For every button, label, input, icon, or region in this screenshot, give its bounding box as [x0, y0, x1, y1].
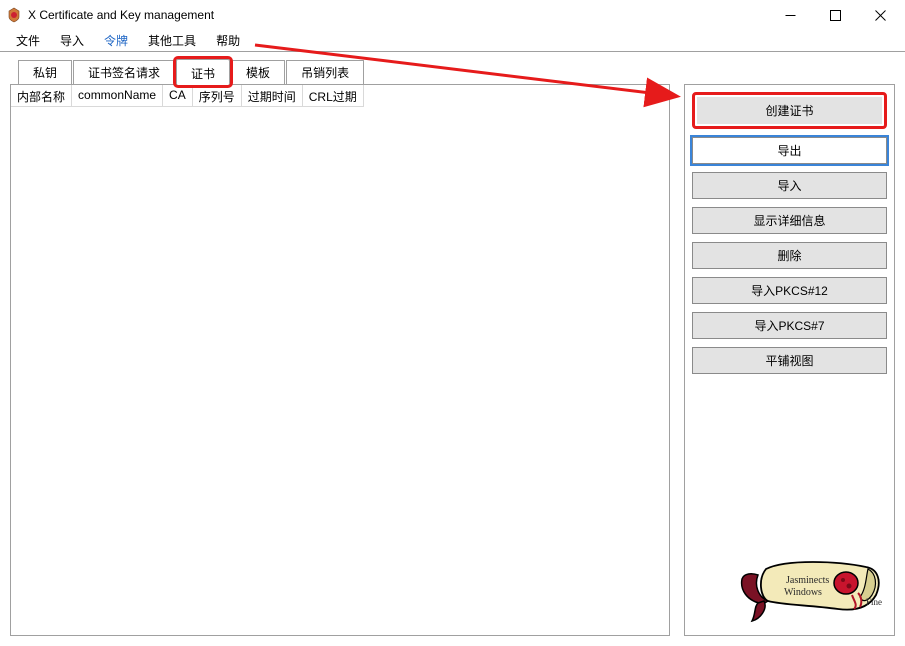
col-expiry[interactable]: 过期时间	[242, 85, 303, 107]
panels: 内部名称 commonName CA 序列号 过期时间 CRL过期 创建证书 导…	[10, 84, 895, 636]
grid-body[interactable]	[11, 107, 669, 635]
menu-import[interactable]: 导入	[50, 30, 94, 51]
xca-logo-icon: Jasminects Windows Fine	[718, 539, 888, 629]
col-crl-expiry[interactable]: CRL过期	[303, 85, 364, 107]
close-button[interactable]	[858, 0, 903, 30]
titlebar: X Certificate and Key management	[0, 0, 905, 30]
new-cert-highlight: 创建证书	[692, 92, 887, 129]
flat-view-button[interactable]: 平铺视图	[692, 347, 887, 374]
side-panel: 创建证书 导出 导入 显示详细信息 删除 导入PKCS#12 导入PKCS#7 …	[684, 84, 895, 636]
show-details-button[interactable]: 显示详细信息	[692, 207, 887, 234]
export-button[interactable]: 导出	[692, 137, 887, 164]
menu-help[interactable]: 帮助	[206, 30, 250, 51]
maximize-button[interactable]	[813, 0, 858, 30]
svg-text:Jasminects: Jasminects	[786, 575, 829, 586]
tab-templates[interactable]: 模板	[231, 60, 285, 84]
svg-text:Windows: Windows	[784, 587, 822, 598]
col-internal-name[interactable]: 内部名称	[11, 85, 72, 107]
import-button[interactable]: 导入	[692, 172, 887, 199]
new-certificate-button[interactable]: 创建证书	[697, 97, 882, 124]
tabs-row: 私钥 证书签名请求 证书 模板 吊销列表	[10, 58, 895, 84]
menu-token[interactable]: 令牌	[94, 30, 138, 51]
tab-certificates[interactable]: 证书	[176, 59, 230, 85]
minimize-button[interactable]	[768, 0, 813, 30]
menu-file[interactable]: 文件	[6, 30, 50, 51]
tab-private-keys[interactable]: 私钥	[18, 60, 72, 84]
menubar: 文件 导入 令牌 其他工具 帮助	[0, 30, 905, 52]
col-ca[interactable]: CA	[163, 85, 193, 107]
content-area: 私钥 证书签名请求 证书 模板 吊销列表 内部名称 commonName CA …	[0, 52, 905, 646]
certificate-grid: 内部名称 commonName CA 序列号 过期时间 CRL过期	[10, 84, 670, 636]
tab-revocation[interactable]: 吊销列表	[286, 60, 364, 84]
delete-button[interactable]: 删除	[692, 242, 887, 269]
app-icon	[6, 7, 22, 23]
grid-header: 内部名称 commonName CA 序列号 过期时间 CRL过期	[11, 85, 669, 107]
import-pkcs12-button[interactable]: 导入PKCS#12	[692, 277, 887, 304]
menu-tools[interactable]: 其他工具	[138, 30, 206, 51]
col-common-name[interactable]: commonName	[72, 85, 163, 107]
tab-csr[interactable]: 证书签名请求	[73, 60, 175, 84]
window-controls	[768, 0, 903, 30]
window-title: X Certificate and Key management	[28, 8, 768, 22]
svg-text:Fine: Fine	[866, 597, 882, 607]
col-serial[interactable]: 序列号	[193, 85, 242, 107]
import-pkcs7-button[interactable]: 导入PKCS#7	[692, 312, 887, 339]
